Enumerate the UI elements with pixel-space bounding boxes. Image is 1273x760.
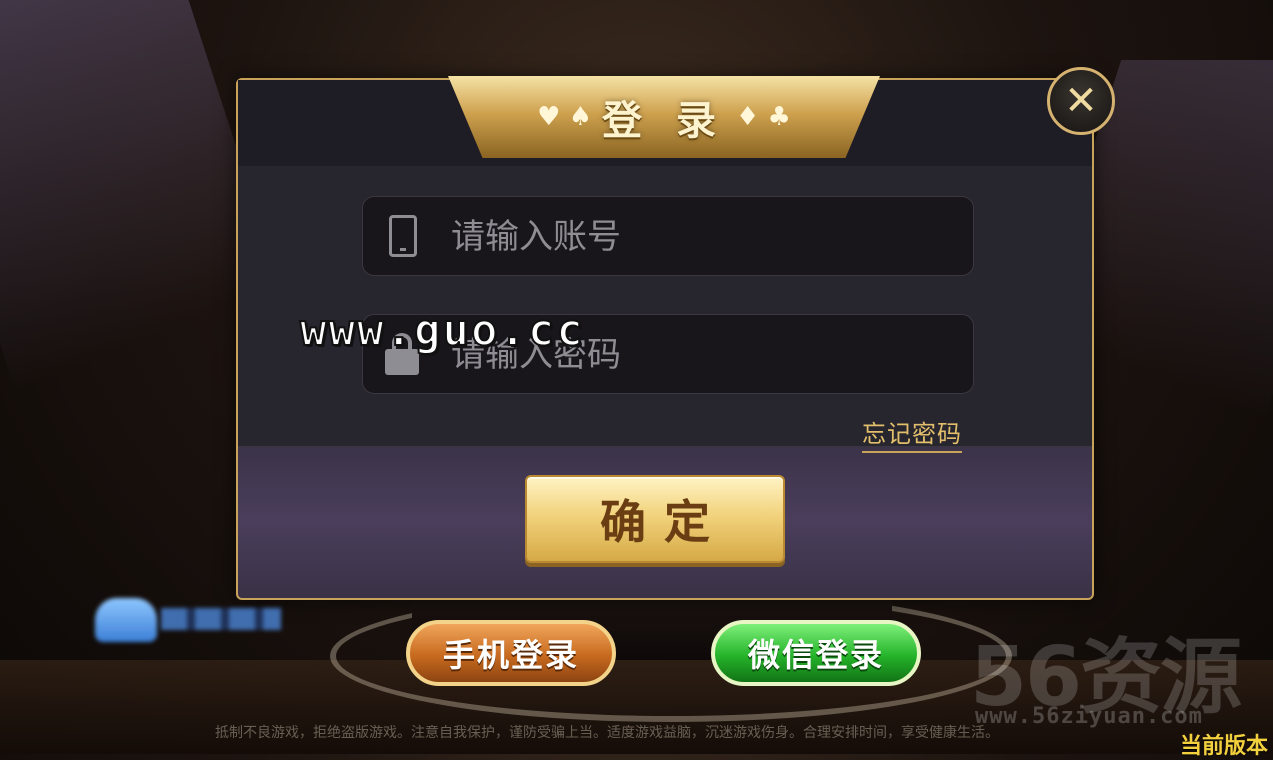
version-label: 当前版本 <box>1180 734 1269 759</box>
phone-login-button[interactable]: 手机登录 <box>406 620 616 686</box>
forgot-password-link[interactable]: 忘记密码 <box>862 414 962 453</box>
corner-brand-url: www.56ziyuan.com <box>975 704 1203 729</box>
title-suits-left: ♥ ♠ <box>537 102 593 132</box>
dialog-title: 登 录 <box>602 98 726 144</box>
account-input[interactable] <box>449 211 953 263</box>
wechat-login-button[interactable]: 微信登录 <box>711 620 921 686</box>
wechat-login-label: 微信登录 <box>747 636 884 674</box>
title-suits-right: ♦ ♣ <box>735 102 791 132</box>
confirm-label: 确定 <box>600 495 728 549</box>
blurred-logo-text <box>161 608 281 630</box>
health-notice: 抵制不良游戏，拒绝盗版游戏。注意自我保护，谨防受骗上当。适度游戏益脑，沉迷游戏伤… <box>215 725 999 741</box>
cloud-icon <box>95 598 157 642</box>
overlay-watermark: www.guo.cc <box>299 304 585 357</box>
account-field[interactable] <box>362 196 974 276</box>
close-icon: ✕ <box>1064 78 1098 124</box>
confirm-button[interactable]: 确定 <box>525 475 785 563</box>
close-button[interactable]: ✕ <box>1047 67 1115 135</box>
blurred-logo <box>95 592 285 646</box>
dialog-title-plate: ♥ ♠ 登 录 ♦ ♣ <box>448 76 880 158</box>
phone-icon <box>385 215 421 259</box>
phone-login-label: 手机登录 <box>442 636 579 674</box>
